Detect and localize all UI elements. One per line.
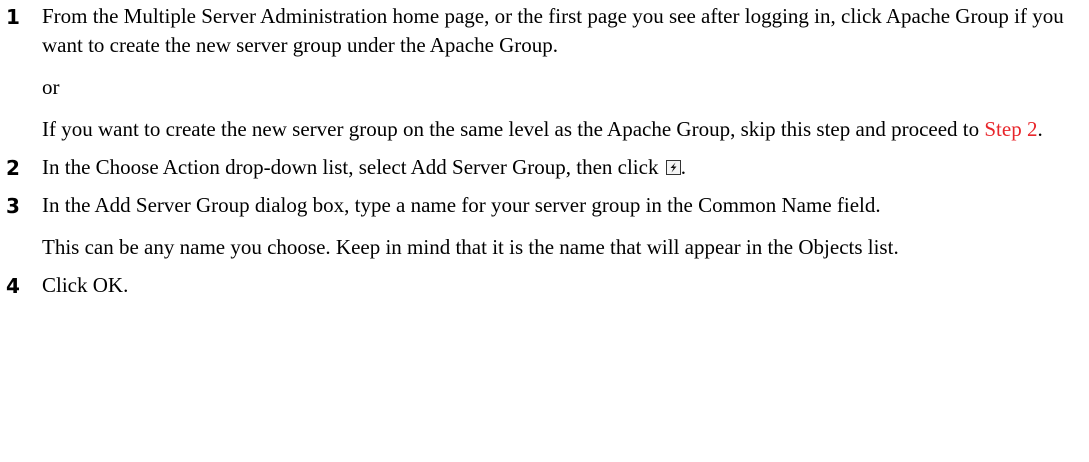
step-2-body: In the Choose Action drop-down list, sel… [42, 155, 664, 179]
step-number: 1 [6, 5, 20, 29]
step-1-or: or [42, 75, 60, 99]
step-1-alternative: If you want to create the new server gro… [42, 115, 1089, 144]
step-number: 2 [6, 156, 20, 180]
step-2-end: . [680, 155, 686, 179]
step-2-link[interactable]: Step 2 [984, 117, 1037, 141]
step-1: 1 From the Multiple Server Administratio… [0, 2, 1089, 144]
step-3-text: In the Add Server Group dialog box, type… [42, 193, 881, 217]
step-1-alt-end: . [1037, 117, 1043, 141]
step-2-text: In the Choose Action drop-down list, sel… [42, 153, 1089, 182]
step-1-alt-text: If you want to create the new server gro… [42, 117, 985, 141]
step-number: 4 [6, 274, 20, 298]
step-number: 3 [6, 194, 20, 218]
step-4: 4 Click OK. [0, 271, 1089, 300]
execute-icon [665, 160, 681, 175]
step-1-text: From the Multiple Server Administration … [42, 4, 1064, 57]
procedure-steps: 1 From the Multiple Server Administratio… [0, 0, 1089, 300]
step-4-text: Click OK. [42, 273, 129, 297]
step-3: 3 In the Add Server Group dialog box, ty… [0, 191, 1089, 262]
step-3-note: This can be any name you choose. Keep in… [42, 235, 899, 259]
step-2: 2 In the Choose Action drop-down list, s… [0, 153, 1089, 182]
